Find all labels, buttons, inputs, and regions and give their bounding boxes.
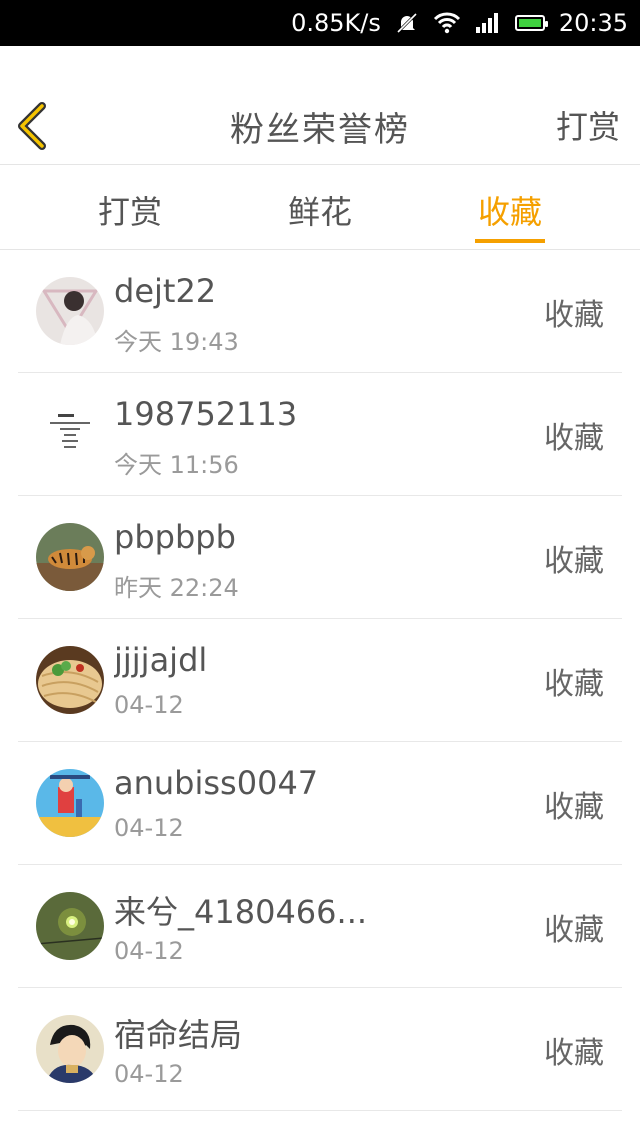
network-speed: 0.85K/s bbox=[291, 9, 381, 37]
fan-name: 宿命结局 bbox=[114, 1016, 243, 1054]
fan-name: jjjjajdl bbox=[114, 641, 208, 679]
app-header: 粉丝荣誉榜 打赏 bbox=[0, 46, 640, 165]
avatar bbox=[36, 892, 104, 960]
fan-name: pbpbpb bbox=[114, 518, 236, 556]
fan-action: 收藏 bbox=[544, 544, 604, 579]
avatar bbox=[36, 523, 104, 591]
status-bar: 0.85K/s 20:35 bbox=[0, 0, 640, 46]
fan-action: 收藏 bbox=[544, 790, 604, 825]
avatar bbox=[36, 646, 104, 714]
fan-action: 收藏 bbox=[544, 421, 604, 456]
tab-favorites[interactable]: 收藏 bbox=[450, 187, 570, 233]
wifi-icon bbox=[433, 12, 461, 34]
tab-flowers[interactable]: 鲜花 bbox=[260, 187, 380, 233]
list-item[interactable]: 宿命结局 04-12 收藏 bbox=[18, 988, 622, 1111]
list-item[interactable]: jjjjajdl 04-12 收藏 bbox=[18, 619, 622, 742]
fan-action: 收藏 bbox=[544, 1036, 604, 1071]
reward-button[interactable]: 打赏 bbox=[556, 102, 620, 148]
list-item[interactable]: 198752113 今天 11:56 收藏 bbox=[18, 373, 622, 496]
list-item[interactable]: pbpbpb 昨天 22:24 收藏 bbox=[18, 496, 622, 619]
tab-reward[interactable]: 打赏 bbox=[70, 187, 190, 233]
fan-action: 收藏 bbox=[544, 298, 604, 333]
list-item[interactable]: dejt22 今天 19:43 收藏 bbox=[18, 250, 622, 373]
fan-action: 收藏 bbox=[544, 913, 604, 948]
page-title: 粉丝荣誉榜 bbox=[230, 110, 410, 150]
signal-icon bbox=[475, 12, 501, 34]
fan-name: anubiss0047 bbox=[114, 764, 319, 802]
avatar bbox=[36, 769, 104, 837]
clock: 20:35 bbox=[558, 9, 628, 37]
fan-time: 今天 11:56 bbox=[114, 451, 239, 479]
fan-name: dejt22 bbox=[114, 272, 217, 310]
bell-muted-icon bbox=[395, 11, 419, 35]
fan-time: 今天 19:43 bbox=[114, 328, 239, 356]
list-item[interactable]: anubiss0047 04-12 收藏 bbox=[18, 742, 622, 865]
list-item[interactable]: 来兮_4180466... 04-12 收藏 bbox=[18, 865, 622, 988]
fan-time: 昨天 22:24 bbox=[114, 574, 239, 602]
active-tab-indicator bbox=[475, 239, 545, 243]
fan-time: 04-12 bbox=[114, 814, 184, 842]
fan-list: dejt22 今天 19:43 收藏 198752113 今天 11:56 收藏 bbox=[0, 250, 640, 1111]
avatar bbox=[36, 277, 104, 345]
fan-action: 收藏 bbox=[544, 667, 604, 702]
avatar bbox=[36, 400, 104, 468]
fan-time: 04-12 bbox=[114, 937, 184, 965]
fan-name: 来兮_4180466... bbox=[114, 893, 368, 931]
battery-icon bbox=[514, 15, 548, 31]
fan-time: 04-12 bbox=[114, 691, 184, 719]
fan-time: 04-12 bbox=[114, 1060, 184, 1088]
fan-name: 198752113 bbox=[114, 395, 298, 433]
avatar bbox=[36, 1015, 104, 1083]
tab-bar: 打赏 鲜花 收藏 bbox=[0, 165, 640, 250]
